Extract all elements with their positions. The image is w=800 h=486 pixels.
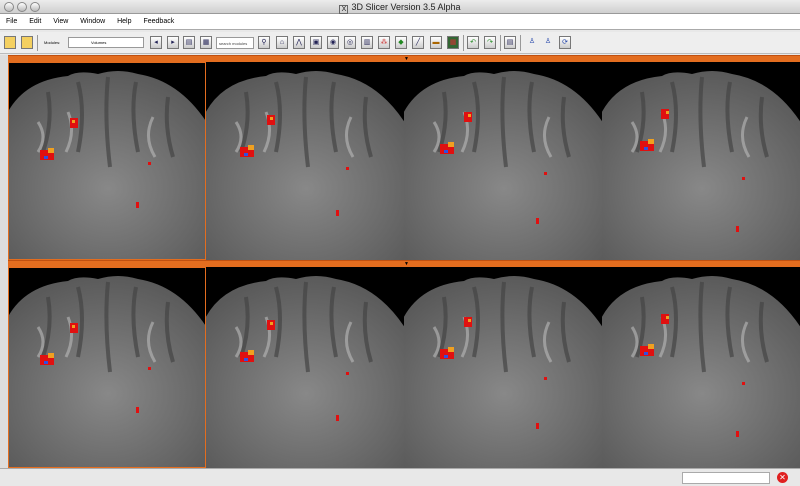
status-bar: ✕ bbox=[0, 468, 800, 486]
load-scene-button[interactable] bbox=[4, 36, 16, 49]
data-module-button[interactable]: ⋀ bbox=[293, 36, 305, 49]
slice-view-panel[interactable] bbox=[394, 62, 614, 260]
brain-slice-image bbox=[8, 276, 218, 468]
brain-slice-image bbox=[592, 71, 800, 260]
undo-button[interactable]: ↶ bbox=[467, 36, 479, 49]
slice-controller-bar-bottom[interactable]: ▼ bbox=[8, 260, 800, 267]
brain-slice-image bbox=[394, 276, 614, 468]
modules-label: Modules: bbox=[44, 40, 61, 45]
measurements-module-button[interactable]: ⁂ bbox=[378, 36, 390, 49]
import-scene-button[interactable] bbox=[21, 36, 33, 49]
place-fiducial-icon[interactable]: ♙ bbox=[526, 36, 538, 49]
slice-view-panel[interactable] bbox=[196, 267, 416, 468]
search-binoculars-icon[interactable]: ⚲ bbox=[258, 36, 270, 49]
color-table-button[interactable]: ▦ bbox=[447, 36, 459, 49]
fiducials-module-button[interactable]: ◎ bbox=[344, 36, 356, 49]
close-window-button[interactable] bbox=[4, 2, 14, 12]
brain-slice-image bbox=[196, 276, 416, 468]
slice-view-panel[interactable] bbox=[8, 62, 218, 260]
ruler-button[interactable]: ╱ bbox=[412, 36, 424, 49]
error-log-icon[interactable]: ✕ bbox=[777, 472, 788, 483]
menu-edit[interactable]: Edit bbox=[29, 18, 41, 25]
menu-help[interactable]: Help bbox=[117, 18, 131, 25]
menu-view[interactable]: View bbox=[53, 18, 68, 25]
slice-view-panel[interactable] bbox=[196, 62, 416, 260]
slice-view-panel[interactable] bbox=[592, 267, 800, 468]
left-gutter bbox=[0, 55, 8, 468]
pick-fiducial-icon[interactable]: ♙ bbox=[542, 36, 554, 49]
menu-feedback[interactable]: Feedback bbox=[143, 18, 174, 25]
next-module-button[interactable]: ▸ bbox=[167, 36, 179, 49]
module-history-button[interactable]: ▤ bbox=[183, 36, 195, 49]
slice-view-panel[interactable] bbox=[592, 62, 800, 260]
module-list-button[interactable]: ▦ bbox=[200, 36, 212, 49]
redo-button[interactable]: ↷ bbox=[484, 36, 496, 49]
slice-view-panel[interactable] bbox=[394, 267, 614, 468]
search-modules-input[interactable]: search modules bbox=[216, 37, 254, 49]
layout-button[interactable]: ▤ bbox=[504, 36, 516, 49]
slice-viewer-top[interactable] bbox=[8, 62, 800, 260]
x11-icon: X bbox=[339, 5, 349, 14]
home-module-button[interactable]: ⌂ bbox=[276, 36, 288, 49]
slice-viewer-bottom[interactable] bbox=[8, 267, 800, 468]
window-title: 3D Slicer Version 3.5 Alpha bbox=[351, 2, 461, 12]
toolbar-separator bbox=[520, 35, 521, 51]
menu-file[interactable]: File bbox=[6, 18, 17, 25]
refresh-button[interactable]: ⟳ bbox=[559, 36, 571, 49]
status-field bbox=[682, 472, 770, 484]
menu-bar: File Edit View Window Help Feedback bbox=[0, 14, 800, 30]
brain-slice-image bbox=[196, 71, 416, 260]
prev-module-button[interactable]: ◂ bbox=[150, 36, 162, 49]
colors-module-button[interactable]: ▬ bbox=[430, 36, 442, 49]
toolbar-separator bbox=[500, 35, 501, 51]
zoom-window-button[interactable] bbox=[30, 2, 40, 12]
transforms-module-button[interactable]: ◆ bbox=[395, 36, 407, 49]
minimize-window-button[interactable] bbox=[17, 2, 27, 12]
slice-controller-bar-top[interactable]: ▼ bbox=[8, 55, 800, 62]
toolbar-separator bbox=[37, 35, 38, 51]
menu-window[interactable]: Window bbox=[80, 18, 105, 25]
module-select[interactable]: Volumes bbox=[68, 37, 144, 48]
title-bar: X 3D Slicer Version 3.5 Alpha bbox=[0, 0, 800, 14]
toolbar: Modules: Volumes ◂ ▸ ▤ ▦ search modules … bbox=[0, 32, 800, 54]
models-module-button[interactable]: ◉ bbox=[327, 36, 339, 49]
toolbar-separator bbox=[463, 35, 464, 51]
volumes-module-button[interactable]: ▣ bbox=[310, 36, 322, 49]
brain-slice-image bbox=[592, 276, 800, 468]
brain-slice-image bbox=[394, 71, 614, 260]
slice-view-panel[interactable] bbox=[8, 267, 218, 468]
brain-slice-image bbox=[8, 71, 218, 260]
editor-module-button[interactable]: ▥ bbox=[361, 36, 373, 49]
